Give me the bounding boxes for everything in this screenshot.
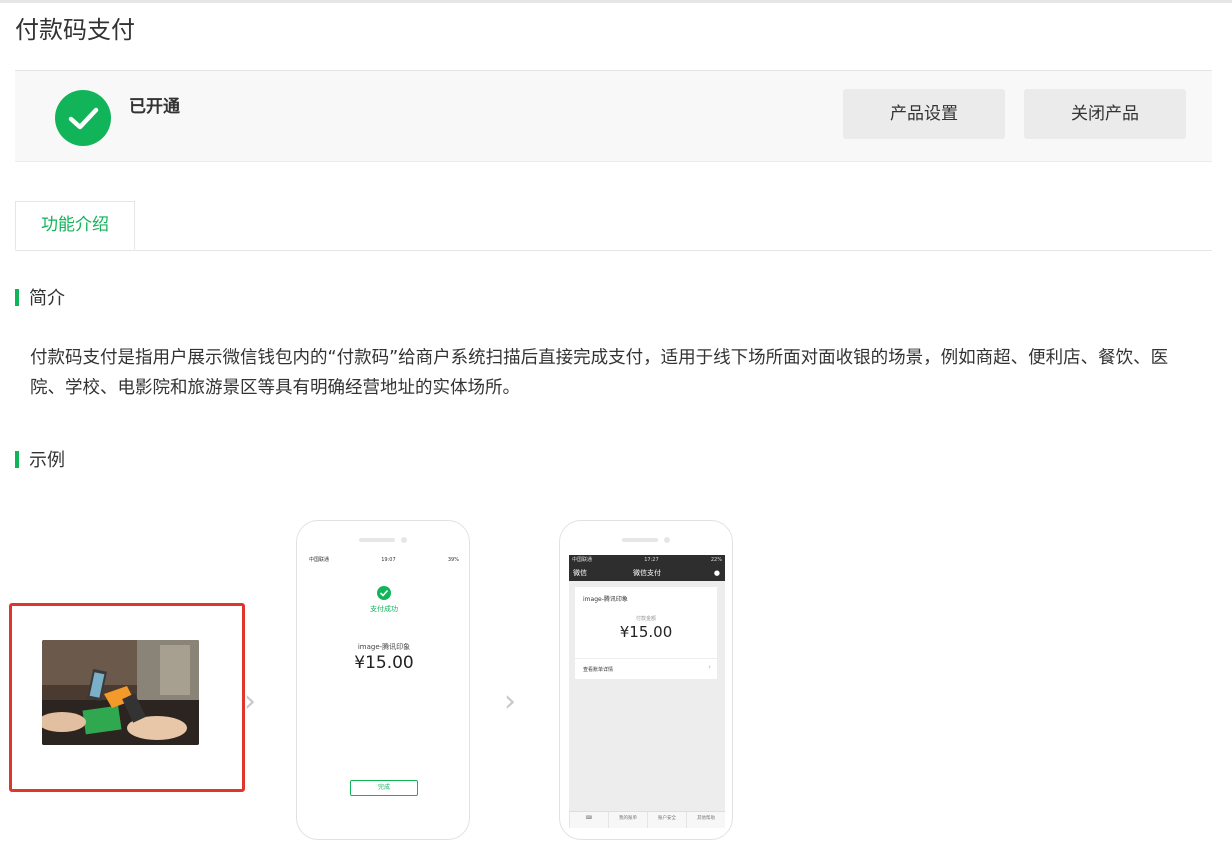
phone-camera [401,537,407,543]
top-rule [0,0,1232,3]
carrier-text: 中国联通 [572,557,593,563]
merchant-name: image-腾讯印象 [583,596,628,603]
merchant-name: image-腾讯印象 [357,643,411,651]
chevron-right-icon: › [244,684,256,719]
chevron-right-icon: › [504,684,516,719]
amount-label: 付款金额 [635,616,656,622]
time-text: 19:07 [381,557,396,563]
phone-mockup-payment-notice: 中国联通 17:27 22% 微信 微信支付 ● image-腾讯印象 付款金额… [559,520,733,840]
phone-bottom-tabs: ⌨ 我的账单 账户安全 其他帮助 [569,811,725,828]
product-settings-button[interactable]: 产品设置 [843,89,1005,139]
message-area: image-腾讯印象 付款金额 ¥15.00 查看账单详情 › [569,581,725,811]
phone-camera [664,537,670,543]
page-title: 付款码支付 [15,16,135,44]
phone-screen: 中国联通 19:07 39% 支付成功 image-腾讯印象 ¥15.00 完成 [306,555,462,845]
tab-bar: 功能介绍 [15,201,1212,251]
check-circle-icon [55,90,111,146]
phone-tab-bills: 我的账单 [608,812,647,828]
nav-title: 微信支付 [633,569,661,577]
intro-heading-text: 简介 [29,288,65,309]
section-marker [15,289,19,306]
phone-speaker [359,538,395,542]
close-product-button[interactable]: 关闭产品 [1024,89,1186,139]
phone-tab-help: 其他帮助 [686,812,725,828]
phone-screen: 中国联通 17:27 22% 微信 微信支付 ● image-腾讯印象 付款金额… [569,555,725,845]
chevron-right-icon: › [708,663,711,671]
payment-amount: ¥15.00 [619,623,673,641]
section-marker [15,451,19,468]
example-heading: 示例 [15,446,65,472]
time-text: 17:27 [644,557,659,563]
phone-speaker [622,538,658,542]
tab-feature-intro[interactable]: 功能介绍 [15,201,135,250]
payment-success-label: 支付成功 [370,605,398,613]
example-photo [42,640,199,745]
phone-tab-security: 账户安全 [647,812,686,828]
phone-status-bar: 中国联通 19:07 39% [306,555,462,565]
user-icon: ● [713,569,720,577]
wechat-pay-icon [376,585,392,601]
done-button: 完成 [350,780,418,796]
phone-mockup-payment-success: 中国联通 19:07 39% 支付成功 image-腾讯印象 ¥15.00 完成 [296,520,470,840]
bill-detail-link: 查看账单详情 [583,667,614,673]
carrier-text: 中国联通 [309,557,330,563]
example-photo-highlight [9,603,245,792]
product-status-panel: 已开通 产品设置 关闭产品 [15,70,1212,162]
phone-status-bar: 中国联通 17:27 22% [569,555,725,565]
keyboard-icon: ⌨ [569,812,608,828]
status-label: 已开通 [129,97,180,117]
battery-text: 39% [447,557,459,563]
battery-text: 22% [710,557,722,563]
phone-nav-bar: 微信 微信支付 ● [569,565,725,581]
card-divider [575,658,717,659]
payment-card: image-腾讯印象 付款金额 ¥15.00 查看账单详情 › [575,587,717,679]
example-heading-text: 示例 [29,450,65,471]
intro-heading: 简介 [15,284,65,310]
payment-amount: ¥15.00 [354,653,414,673]
intro-text: 付款码支付是指用户展示微信钱包内的“付款码”给商户系统扫描后直接完成支付，适用于… [30,348,1169,398]
